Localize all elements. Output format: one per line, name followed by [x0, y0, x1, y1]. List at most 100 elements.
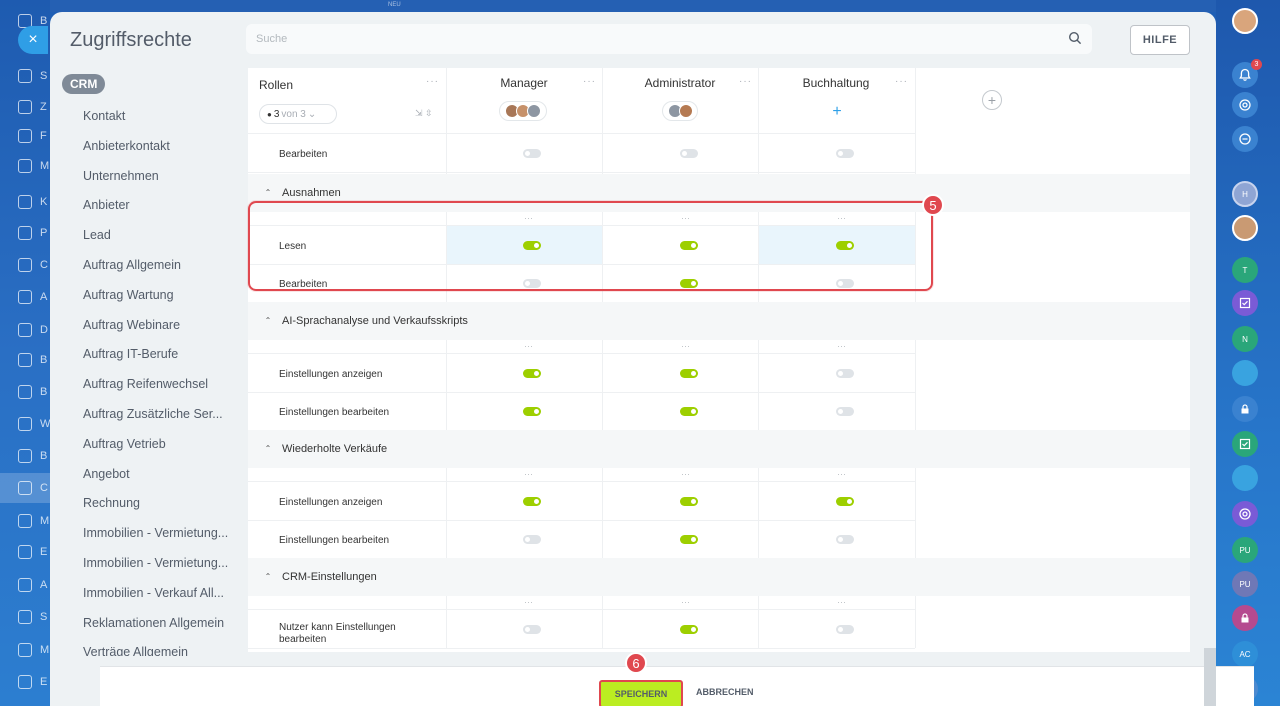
cell-menu-icon[interactable]: ···: [524, 597, 533, 607]
cell-menu-icon[interactable]: ···: [681, 469, 690, 479]
cell-menu-icon[interactable]: ···: [681, 341, 690, 351]
lock-icon[interactable]: [1232, 396, 1258, 422]
permission-toggle[interactable]: [680, 625, 698, 634]
menu-item-icon: [18, 195, 32, 209]
search-input[interactable]: Suche: [246, 24, 1092, 54]
nav-item[interactable]: Immobilien - Verkauf All...: [83, 586, 242, 600]
user-avatar[interactable]: [1232, 8, 1258, 34]
close-slider-button[interactable]: ×: [18, 26, 48, 54]
permission-toggle[interactable]: [836, 625, 854, 634]
permission-toggle[interactable]: [836, 497, 854, 506]
column-divider: [446, 354, 447, 392]
activity-icon[interactable]: [1232, 92, 1258, 118]
group-icon[interactable]: [1232, 360, 1258, 386]
column-manager-menu-icon[interactable]: ···: [583, 76, 596, 87]
nav-item[interactable]: Auftrag Vetrieb: [83, 437, 242, 451]
contact-avatar[interactable]: H: [1232, 181, 1258, 207]
chevron-up-icon[interactable]: ⌃: [262, 570, 274, 582]
cancel-button[interactable]: ABBRECHEN: [696, 687, 754, 697]
permission-toggle[interactable]: [836, 407, 854, 416]
nav-item[interactable]: Auftrag Zusätzliche Ser...: [83, 407, 242, 421]
permission-section-header[interactable]: ⌃ Wiederholte Verkäufe: [248, 430, 1190, 468]
background-menu-item: B: [0, 345, 50, 375]
permission-toggle[interactable]: [836, 369, 854, 378]
chevron-up-icon[interactable]: ⌃: [262, 314, 274, 326]
lock-icon[interactable]: [1232, 605, 1258, 631]
message-icon[interactable]: [1232, 465, 1258, 491]
nav-item[interactable]: Auftrag Webinare: [83, 318, 242, 332]
nav-item[interactable]: Unternehmen: [83, 169, 242, 183]
permission-label: Einstellungen anzeigen: [279, 369, 383, 380]
column-administrator-menu-icon[interactable]: ···: [739, 76, 752, 87]
permission-section-header[interactable]: ⌃ CRM-Einstellungen: [248, 558, 1190, 596]
manager-members[interactable]: [499, 101, 547, 121]
menu-item-letter: K: [40, 196, 48, 208]
menu-item-letter: C: [40, 259, 48, 271]
permission-toggle[interactable]: [523, 625, 541, 634]
permission-toggle[interactable]: [523, 497, 541, 506]
crm-tag[interactable]: CRM: [62, 74, 106, 94]
permission-toggle[interactable]: [836, 535, 854, 544]
nav-item[interactable]: Auftrag Reifenwechsel: [83, 377, 242, 391]
role-filter-pill[interactable]: ● 3 von 3 ⌄: [259, 104, 337, 124]
menu-item-icon: [18, 69, 32, 83]
contact-avatar-photo[interactable]: [1232, 215, 1258, 241]
chevron-up-icon[interactable]: ⌃: [262, 186, 274, 198]
column-buchhaltung-menu-icon[interactable]: ···: [895, 76, 908, 87]
help-button[interactable]: HILFE: [1130, 25, 1190, 55]
search-icon[interactable]: [1068, 31, 1082, 45]
chat-icon[interactable]: [1232, 126, 1258, 152]
cell-menu-icon[interactable]: ···: [524, 341, 533, 351]
menu-item-icon: [18, 610, 32, 624]
permission-toggle[interactable]: [523, 149, 541, 158]
save-button[interactable]: SPEICHERN: [599, 680, 683, 706]
permission-toggle[interactable]: [523, 407, 541, 416]
roles-menu-icon[interactable]: ···: [426, 76, 439, 87]
nav-item[interactable]: Lead: [83, 228, 242, 242]
permission-toggle[interactable]: [680, 369, 698, 378]
checklist-icon[interactable]: [1232, 431, 1258, 457]
nav-item[interactable]: Auftrag Wartung: [83, 288, 242, 302]
nav-item[interactable]: Kontakt: [83, 109, 242, 123]
add-role-icon[interactable]: +: [982, 90, 1002, 110]
permission-toggle[interactable]: [680, 407, 698, 416]
nav-item[interactable]: Auftrag IT-Berufe: [83, 347, 242, 361]
chevron-up-icon[interactable]: ⌃: [262, 442, 274, 454]
nav-item[interactable]: Verträge Allgemein: [83, 645, 242, 656]
checklist-icon[interactable]: [1232, 290, 1258, 316]
nav-item[interactable]: Angebot: [83, 467, 242, 481]
permission-toggle[interactable]: [680, 497, 698, 506]
contact-avatar[interactable]: N: [1232, 326, 1258, 352]
permission-toggle[interactable]: [523, 369, 541, 378]
cell-menu-icon[interactable]: ···: [837, 597, 846, 607]
cell-menu-icon[interactable]: ···: [681, 597, 690, 607]
nav-item[interactable]: Anbieterkontakt: [83, 139, 242, 153]
administrator-members[interactable]: [662, 101, 698, 121]
permission-section-header[interactable]: ⌃ AI-Sprachanalyse und Verkaufsskripts: [248, 302, 1190, 340]
cell-menu-icon[interactable]: ···: [837, 341, 846, 351]
contact-avatar[interactable]: PU: [1232, 571, 1258, 597]
nav-item[interactable]: Immobilien - Vermietung...: [83, 526, 242, 540]
target-icon[interactable]: [1232, 501, 1258, 527]
cell-menu-icon[interactable]: ···: [524, 469, 533, 479]
contact-avatar[interactable]: PU: [1232, 537, 1258, 563]
column-divider: [758, 596, 759, 610]
permission-toggle[interactable]: [680, 535, 698, 544]
row-divider: [248, 172, 915, 173]
nav-item[interactable]: Rechnung: [83, 496, 242, 510]
permission-toggle[interactable]: [836, 149, 854, 158]
nav-item[interactable]: Anbieter: [83, 198, 242, 212]
notification-count-badge: 3: [1251, 59, 1262, 70]
permission-toggle[interactable]: [523, 535, 541, 544]
background-menu-item: B: [0, 441, 50, 471]
contact-avatar[interactable]: AC: [1232, 641, 1258, 667]
nav-item[interactable]: Reklamationen Allgemein: [83, 616, 242, 630]
nav-item[interactable]: Immobilien - Vermietung...: [83, 556, 242, 570]
nav-item[interactable]: Auftrag Allgemein: [83, 258, 242, 272]
permission-toggle[interactable]: [680, 149, 698, 158]
sort-icon[interactable]: ⇲ ⇳: [415, 108, 433, 119]
add-member-icon[interactable]: +: [828, 103, 846, 121]
cell-menu-icon[interactable]: ···: [837, 469, 846, 479]
contact-avatar[interactable]: T: [1232, 257, 1258, 283]
scrollbar[interactable]: [1204, 648, 1216, 706]
